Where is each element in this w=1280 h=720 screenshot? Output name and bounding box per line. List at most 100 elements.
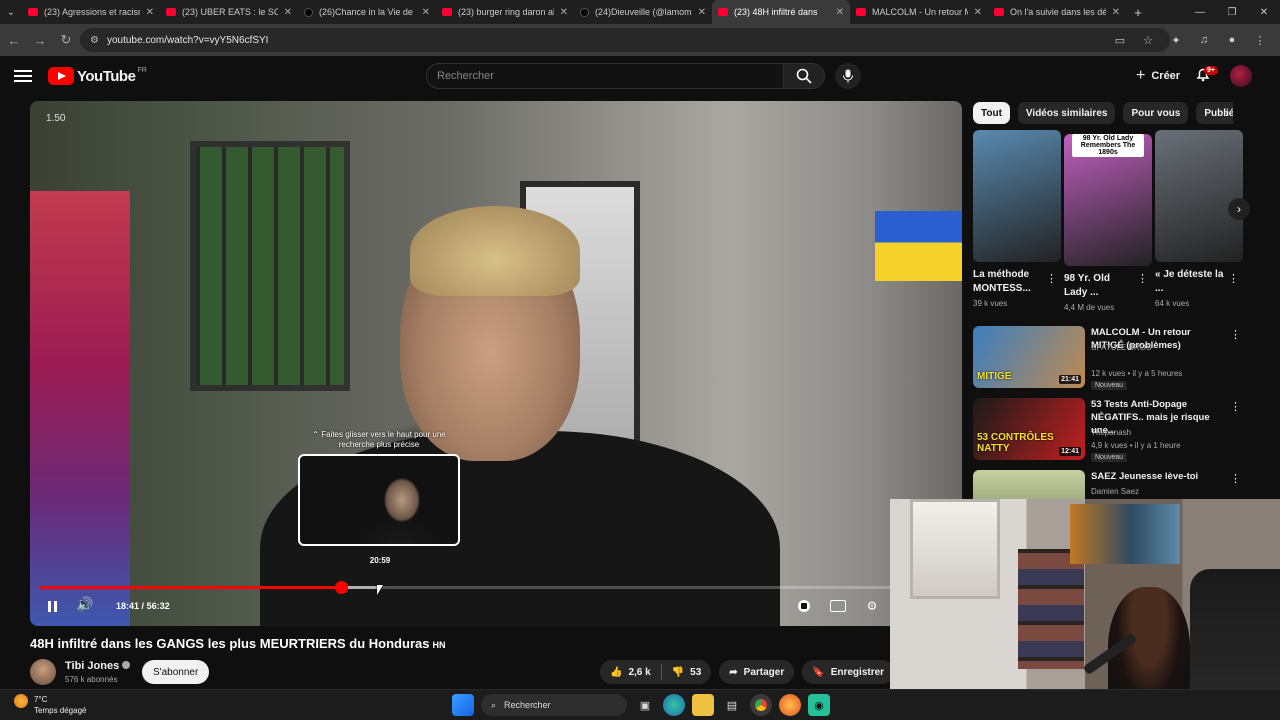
recommendation-thumbnail[interactable]: 53 CONTRÔLES NATTY 12:41 <box>973 398 1085 460</box>
youtube-play-icon <box>48 67 74 85</box>
browser-tab[interactable]: MALCOLM - Un retour MITIGÉ ✕ <box>850 0 988 24</box>
share-arrow-icon: ➦ <box>729 666 738 678</box>
recommendation-channel[interactable]: SPATULE BROS <box>1091 343 1151 352</box>
seek-preview-thumbnail <box>298 454 460 546</box>
more-options-icon[interactable]: ⋮ <box>1137 272 1148 285</box>
maximize-icon[interactable]: ❐ <box>1216 0 1248 24</box>
volume-icon[interactable]: 🔊 <box>76 596 98 616</box>
tab-close-icon[interactable]: ✕ <box>560 7 568 18</box>
browser-tab[interactable]: (23) UBER EATS : le SCANDALE ✕ <box>160 0 298 24</box>
short-item[interactable]: 98 Yr. Old Lady Remembers The 1890s 98 Yr… <box>1064 130 1152 312</box>
subtitles-icon[interactable] <box>828 597 848 615</box>
menu-icon[interactable] <box>14 67 32 85</box>
chips-next-arrow-icon[interactable]: › <box>1218 104 1236 122</box>
browser-tab[interactable]: (23) burger ring daron al ✕ <box>436 0 574 24</box>
tab-close-icon[interactable]: ✕ <box>284 7 292 18</box>
dislike-button[interactable]: 👎 53 <box>662 660 712 684</box>
tab-close-icon[interactable]: ✕ <box>974 7 982 18</box>
voice-search-button[interactable] <box>835 63 861 89</box>
short-thumbnail[interactable]: 98 Yr. Old Lady Remembers The 1890s <box>1064 134 1152 266</box>
search-button[interactable] <box>783 63 825 89</box>
tab-search-icon[interactable]: ⌄ <box>0 0 22 24</box>
recommendation-channel[interactable]: Thepanash <box>1091 428 1131 437</box>
recommendation-thumbnail[interactable]: MITIGE 21:41 <box>973 326 1085 388</box>
tab-close-icon[interactable]: ✕ <box>698 7 706 18</box>
youtube-logo[interactable]: YouTube FR <box>48 67 147 85</box>
media-icon[interactable]: ♫ <box>1192 28 1216 52</box>
settings-gear-icon[interactable]: ⚙ <box>862 597 882 615</box>
short-thumbnail[interactable] <box>1155 130 1243 262</box>
back-icon[interactable]: ← <box>2 28 26 52</box>
short-item[interactable]: « Je déteste la ... 64 k vues ⋮ <box>1155 130 1243 308</box>
profile-icon[interactable]: ● <box>1220 28 1244 52</box>
windows-start-icon[interactable] <box>452 694 474 716</box>
filter-chip[interactable]: Pour vous <box>1123 102 1189 124</box>
recommendation-item[interactable]: 53 CONTRÔLES NATTY 12:41 53 Tests Anti-Dop… <box>973 398 1243 462</box>
browser-tab[interactable]: (23) Agressions et racisme ✕ <box>22 0 160 24</box>
like-button[interactable]: 👍 2,6 k <box>600 660 661 684</box>
youtube-header: YouTube FR Rechercher + Créer 9+ <box>0 56 1280 96</box>
shorts-next-arrow-icon[interactable]: › <box>1228 198 1250 220</box>
file-explorer-icon[interactable] <box>692 694 714 716</box>
subscribe-button[interactable]: S'abonner <box>142 660 210 684</box>
filter-chip[interactable]: Tout <box>973 102 1010 124</box>
site-info-icon[interactable]: ⚙ <box>90 35 99 46</box>
account-avatar[interactable] <box>1230 65 1252 87</box>
new-tab-button[interactable]: + <box>1126 5 1150 20</box>
more-options-icon[interactable]: ⋮ <box>1230 472 1241 485</box>
browser-tab[interactable]: (26)Chance in la Vie de Fo ✕ <box>298 0 436 24</box>
create-button[interactable]: + Créer <box>1128 64 1188 88</box>
tab-close-icon[interactable]: ✕ <box>836 7 844 18</box>
browser-tab[interactable]: (24)Dieuveille (@lamomdi ✕ <box>574 0 712 24</box>
extensions-icon[interactable]: ✦ <box>1164 28 1188 52</box>
reload-icon[interactable]: ↻ <box>54 28 78 52</box>
store-icon[interactable]: ▤ <box>721 694 743 716</box>
save-button[interactable]: 🔖 Enregistrer <box>802 660 895 684</box>
progress-scrubber-handle[interactable] <box>334 581 348 594</box>
browser-tab[interactable]: (23) 48H infiltré dans ✕ <box>712 0 850 24</box>
search-input[interactable]: Rechercher <box>426 63 784 89</box>
chrome-icon[interactable] <box>750 694 772 716</box>
video-player[interactable]: 1.50 ⌃ Faites glisser vers le haut pour … <box>30 101 962 626</box>
url-field[interactable]: ⚙ youtube.com/watch?v=vyY5N6cfSYI <box>80 28 1170 52</box>
share-button[interactable]: ➦ Partager <box>719 660 795 684</box>
bookmark-star-icon[interactable]: ☆ <box>1136 28 1160 52</box>
recommendation-item[interactable]: MITIGE 21:41 MALCOLM - Un retour MITIGÉ (p… <box>973 326 1243 390</box>
more-options-icon[interactable]: ⋮ <box>1230 400 1241 413</box>
cast-icon[interactable]: ▭ <box>1108 28 1132 52</box>
browser-menu-icon[interactable]: ⋮ <box>1248 28 1272 52</box>
progress-played <box>40 586 341 589</box>
tab-title: (23) burger ring daron al <box>458 7 554 17</box>
weather-widget[interactable]: 7°C Temps dégagé <box>14 694 86 716</box>
taskbar-search[interactable]: ⌕ Rechercher <box>481 694 627 716</box>
recommendation-channel[interactable]: Damien Saez <box>1091 487 1139 496</box>
plus-icon: + <box>1136 67 1146 84</box>
more-options-icon[interactable]: ⋮ <box>1228 272 1239 285</box>
current-time: 18:41 <box>116 601 140 611</box>
pause-button[interactable] <box>42 596 62 616</box>
minimize-icon[interactable]: — <box>1184 0 1216 24</box>
forward-icon[interactable]: → <box>28 28 52 52</box>
firefox-icon[interactable] <box>779 694 801 716</box>
thumbnail-caption: MITIGE <box>977 371 1012 382</box>
weather-condition: Temps dégagé <box>34 706 87 715</box>
video-title: 48H infiltré dans les GANGS les plus MEU… <box>30 636 445 651</box>
close-window-icon[interactable]: ✕ <box>1248 0 1280 24</box>
short-item[interactable]: La méthode MONTESS... 39 k vues ⋮ <box>973 130 1061 308</box>
channel-name[interactable]: Tibi Jones <box>65 660 131 672</box>
tab-close-icon[interactable]: ✕ <box>422 7 430 18</box>
edge-icon[interactable] <box>663 694 685 716</box>
tab-close-icon[interactable]: ✕ <box>1112 7 1120 18</box>
more-options-icon[interactable]: ⋮ <box>1046 272 1057 285</box>
browser-tab[interactable]: On l'a suivie dans les déb ✕ <box>988 0 1126 24</box>
progress-bar[interactable] <box>40 581 952 594</box>
channel-avatar[interactable] <box>30 659 56 685</box>
autoplay-toggle[interactable] <box>794 597 814 615</box>
short-thumbnail[interactable] <box>973 130 1061 262</box>
more-options-icon[interactable]: ⋮ <box>1230 328 1241 341</box>
task-view-icon[interactable]: ▣ <box>634 694 656 716</box>
app-icon[interactable]: ◉ <box>808 694 830 716</box>
tab-close-icon[interactable]: ✕ <box>146 7 154 18</box>
filter-chip[interactable]: Vidéos similaires <box>1017 102 1116 124</box>
subscriber-count: 576 k abonnés <box>65 675 118 684</box>
